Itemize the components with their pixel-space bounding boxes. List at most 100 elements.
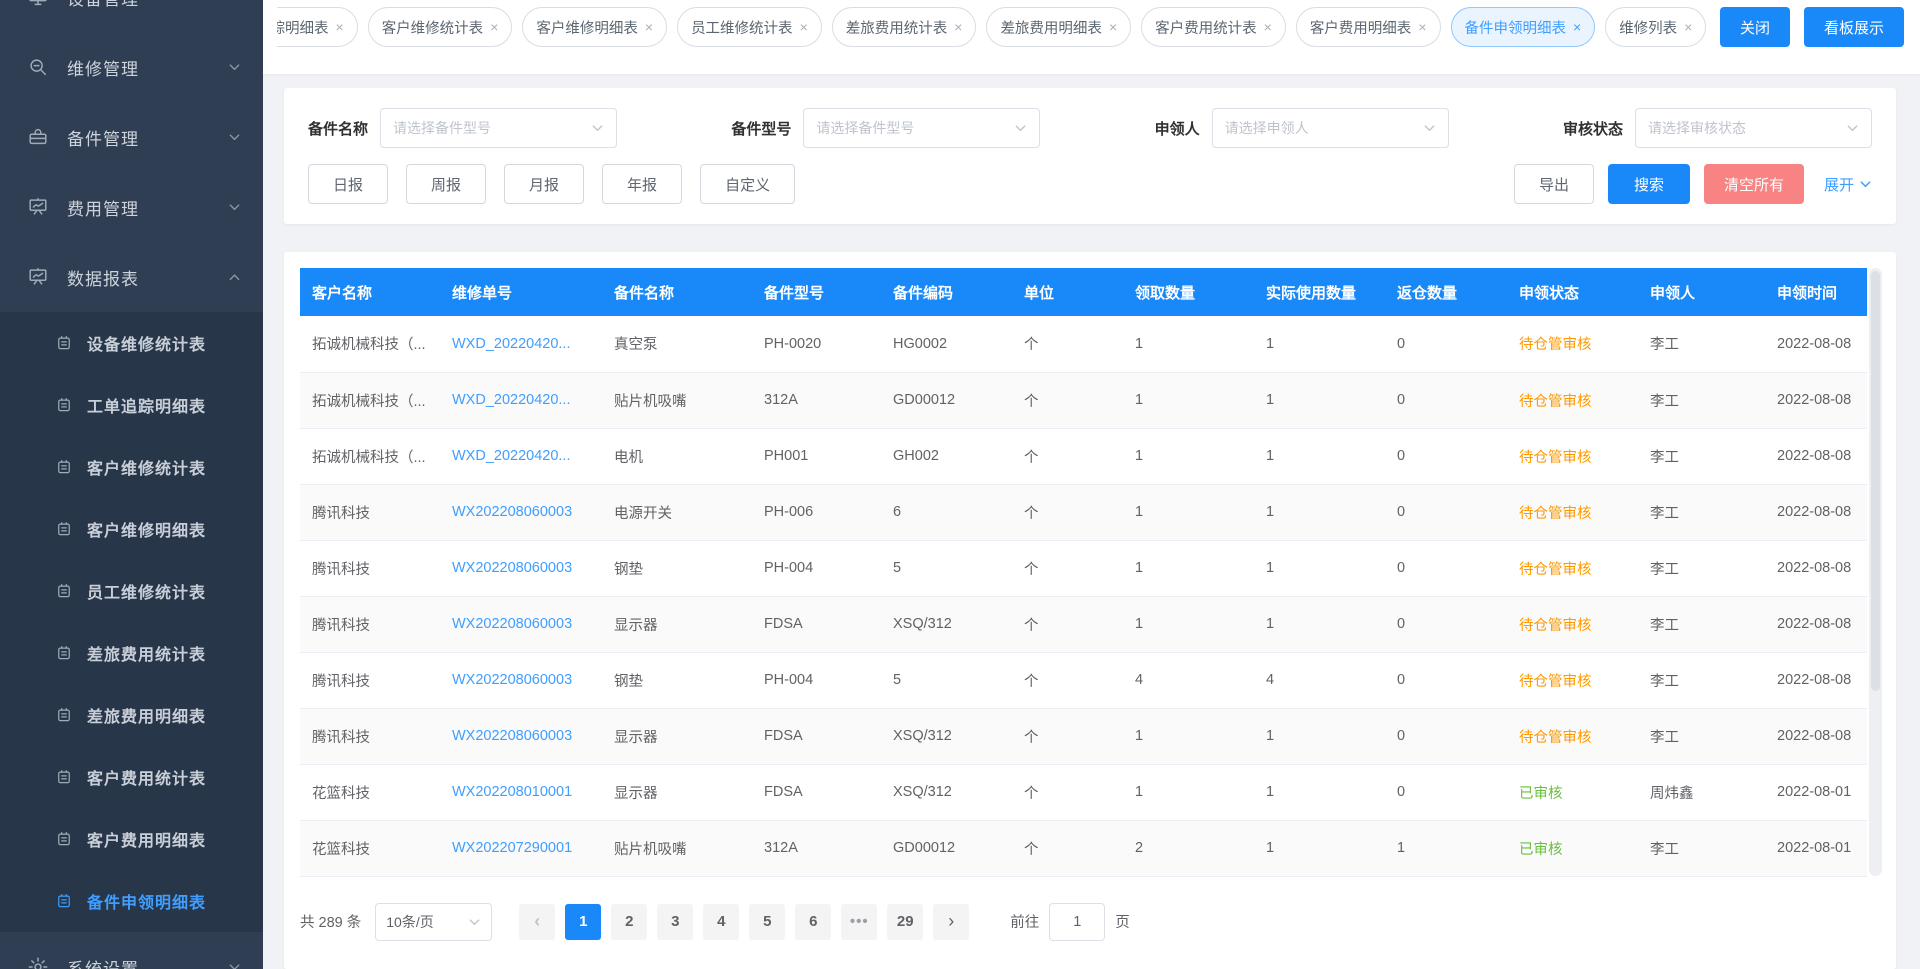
filter-select[interactable]: 请选择申领人 <box>1212 108 1449 148</box>
notebook-icon <box>55 892 73 910</box>
page-number-button[interactable]: 4 <box>703 904 739 940</box>
table-row[interactable]: 腾讯科技WX202208060003显示器FDSAXSQ/312个110待仓管审… <box>300 708 1867 764</box>
sidebar-menu-item[interactable]: 设备管理 <box>0 0 263 32</box>
tab-item[interactable]: 差旅费用明细表 × <box>986 7 1131 47</box>
board-display-button[interactable]: 看板展示 <box>1804 7 1904 47</box>
page-size-select[interactable]: 10条/页 <box>375 903 492 941</box>
table-row[interactable]: 拓诚机械科技（...WXD_20220420...贴片机吸嘴312AGD0001… <box>300 372 1867 428</box>
tab-item[interactable]: 备件申领明细表× <box>1451 7 1596 47</box>
page-number-button[interactable]: 5 <box>749 904 785 940</box>
filter-select[interactable]: 请选择备件型号 <box>380 108 617 148</box>
tab-close-icon[interactable]: × <box>800 20 808 34</box>
table-row[interactable]: 花篮科技WX202207290001贴片机吸嘴312AGD00012个211已审… <box>300 820 1867 876</box>
tab-close-icon[interactable]: × <box>645 20 653 34</box>
page-number-button[interactable]: 3 <box>657 904 693 940</box>
filter-select[interactable]: 请选择审核状态 <box>1635 108 1872 148</box>
tab-close-icon[interactable]: × <box>1109 20 1117 34</box>
tab-close-icon[interactable]: × <box>1573 20 1581 34</box>
tab-close-icon[interactable]: × <box>1684 20 1692 34</box>
period-button[interactable]: 年报 <box>602 164 682 204</box>
repair-order-link[interactable]: WX202208060003 <box>440 596 602 652</box>
tab-item[interactable]: 客户维修明细表× <box>522 7 667 47</box>
next-page-button[interactable]: › <box>933 904 969 940</box>
table-cell: 李工 <box>1638 596 1765 652</box>
close-button[interactable]: 关闭 <box>1720 7 1790 47</box>
tab-close-icon[interactable]: × <box>490 20 498 34</box>
search-button[interactable]: 搜索 <box>1608 164 1690 204</box>
sidebar-menu-item[interactable]: 数据报表 <box>0 242 263 312</box>
repair-order-link[interactable]: WX202208060003 <box>440 484 602 540</box>
period-button[interactable]: 月报 <box>504 164 584 204</box>
table-cell: 1 <box>1123 596 1254 652</box>
repair-order-link[interactable]: WXD_20220420... <box>440 316 602 372</box>
table-row[interactable]: 拓诚机械科技（...WXD_20220420...真空泵PH-0020HG000… <box>300 316 1867 372</box>
tab-item[interactable]: 员工维修统计表× <box>677 7 822 47</box>
table-row[interactable]: 腾讯科技WX202208060003钢垫PH-0045个440待仓管审核李工20… <box>300 652 1867 708</box>
page-number-button[interactable]: 1 <box>565 904 601 940</box>
column-header: 备件名称 <box>602 268 752 316</box>
repair-order-link[interactable]: WX202208060003 <box>440 708 602 764</box>
table-cell: 贴片机吸嘴 <box>602 820 752 876</box>
sidebar-submenu-item[interactable]: 差旅费用统计表 <box>0 622 263 684</box>
table-scrollbar-thumb[interactable] <box>1871 271 1880 691</box>
table-cell: 0 <box>1385 428 1507 484</box>
repair-order-link[interactable]: WXD_20220420... <box>440 428 602 484</box>
table-scrollbar[interactable] <box>1869 268 1882 876</box>
sidebar-submenu-item[interactable]: 客户维修统计表 <box>0 436 263 498</box>
sidebar-menu-item[interactable]: 维修管理 <box>0 32 263 102</box>
sidebar-submenu-item[interactable]: 设备维修统计表 <box>0 312 263 374</box>
table-cell: 个 <box>1012 540 1123 596</box>
tab-item[interactable]: 差旅费用统计表× <box>832 7 977 47</box>
tab-close-icon[interactable]: × <box>954 20 962 34</box>
table-cell: 腾讯科技 <box>300 484 440 540</box>
goto-page-input[interactable] <box>1049 903 1105 941</box>
sidebar-submenu-item[interactable]: 客户维修明细表 <box>0 498 263 560</box>
sidebar-submenu-item[interactable]: 客户费用统计表 <box>0 746 263 808</box>
table-row[interactable]: 花篮科技WX202208010001显示器FDSAXSQ/312个110已审核周… <box>300 764 1867 820</box>
period-button[interactable]: 自定义 <box>700 164 795 204</box>
table-cell: GD00012 <box>881 372 1012 428</box>
table-cell: 1 <box>1254 764 1385 820</box>
tab-close-icon[interactable]: × <box>1418 20 1426 34</box>
tab-label: 差旅费用明细表 <box>1000 17 1102 38</box>
notebook-icon <box>55 830 73 848</box>
table-cell: 2022-08-08 <box>1765 316 1867 372</box>
sidebar-submenu-item[interactable]: 差旅费用明细表 <box>0 684 263 746</box>
sidebar-menu-item[interactable]: 备件管理 <box>0 102 263 172</box>
repair-order-link[interactable]: WX202208060003 <box>440 652 602 708</box>
filter-select[interactable]: 请选择备件型号 <box>803 108 1040 148</box>
table-row[interactable]: 腾讯科技WX202208060003电源开关PH-0066个110待仓管审核李工… <box>300 484 1867 540</box>
repair-order-link[interactable]: WX202208010001 <box>440 764 602 820</box>
tab-close-icon[interactable]: × <box>1264 20 1272 34</box>
period-button[interactable]: 日报 <box>308 164 388 204</box>
period-button[interactable]: 周报 <box>406 164 486 204</box>
tab-item[interactable]: 客户维修统计表× <box>368 7 513 47</box>
more-pages-button[interactable]: ••• <box>841 904 877 940</box>
sidebar-submenu-item[interactable]: 工单追踪明细表 <box>0 374 263 436</box>
export-button[interactable]: 导出 <box>1514 164 1594 204</box>
chevron-down-icon <box>1846 122 1859 134</box>
repair-order-link[interactable]: WX202207290001 <box>440 820 602 876</box>
tab-item[interactable]: 维修列表× <box>1605 7 1706 47</box>
tab-item[interactable]: 工单追踪明细表× <box>277 7 358 47</box>
sidebar-menu-item[interactable]: 费用管理 <box>0 172 263 242</box>
sidebar-submenu-item[interactable]: 备件申领明细表 <box>0 870 263 932</box>
clear-all-button[interactable]: 清空所有 <box>1704 164 1804 204</box>
repair-order-link[interactable]: WXD_20220420... <box>440 372 602 428</box>
page-number-button[interactable]: 2 <box>611 904 647 940</box>
page-number-button[interactable]: 29 <box>887 904 923 940</box>
tab-item[interactable]: 客户费用明细表× <box>1296 7 1441 47</box>
table-row[interactable]: 腾讯科技WX202208060003钢垫PH-0045个110待仓管审核李工20… <box>300 540 1867 596</box>
sidebar-item-system-settings[interactable]: 系统设置 <box>0 932 263 969</box>
sidebar-submenu-item[interactable]: 员工维修统计表 <box>0 560 263 622</box>
tab-item[interactable]: 客户费用统计表× <box>1141 7 1286 47</box>
goto-label: 前往 <box>1010 911 1039 932</box>
table-row[interactable]: 腾讯科技WX202208060003显示器FDSAXSQ/312个110待仓管审… <box>300 596 1867 652</box>
tab-close-icon[interactable]: × <box>336 20 344 34</box>
table-row[interactable]: 拓诚机械科技（...WXD_20220420...电机PH001GH002个11… <box>300 428 1867 484</box>
expand-link[interactable]: 展开 <box>1824 174 1872 195</box>
prev-page-button[interactable]: ‹ <box>519 904 555 940</box>
sidebar-submenu-item[interactable]: 客户费用明细表 <box>0 808 263 870</box>
page-number-button[interactable]: 6 <box>795 904 831 940</box>
repair-order-link[interactable]: WX202208060003 <box>440 540 602 596</box>
